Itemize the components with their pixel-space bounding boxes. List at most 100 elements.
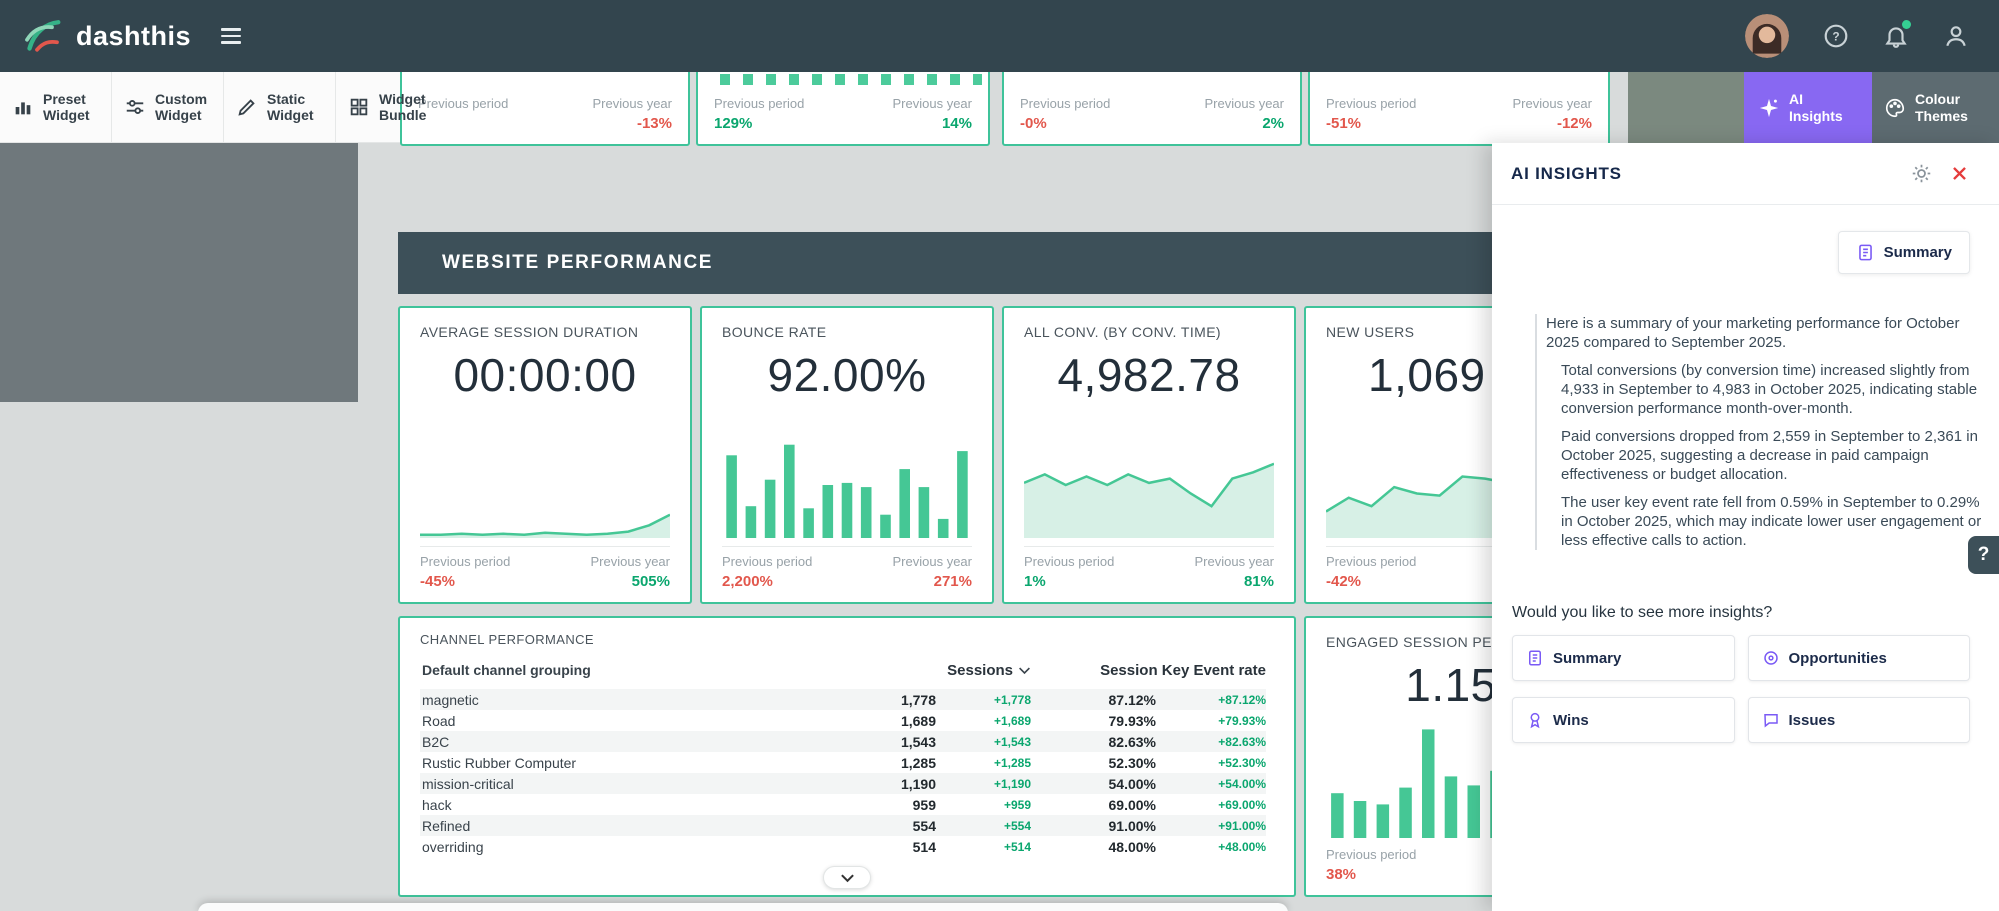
summary-paragraph: The user key event rate fell from 0.59% … [1546,493,1982,550]
previous-period-label: Previous period [420,554,510,569]
document-icon [1526,649,1544,667]
menu-icon[interactable] [221,28,241,44]
chat-bubble-icon [1762,711,1780,729]
previous-year-label: Previous year [893,96,972,111]
widget-title: BOUNCE RATE [722,324,972,340]
colour-themes-button[interactable]: Colour Themes [1872,72,1999,143]
opportunities-button[interactable]: Opportunities [1748,635,1971,681]
widget-toolbar: Preset Widget Custom Widget Static Widge… [0,72,400,143]
previous-year-value: 81% [1244,573,1274,590]
wins-button[interactable]: Wins [1512,697,1735,743]
sliders-icon [124,96,146,118]
channel-performance-widget[interactable]: CHANNEL PERFORMANCE Default channel grou… [398,616,1296,897]
bar-chart-icon [12,96,34,118]
previous-period-label: Previous period [1326,554,1416,569]
help-tab-button[interactable]: ? [1968,536,1999,574]
close-icon[interactable] [1950,164,1969,183]
ai-insights-panel: AI INSIGHTS Summary Here is a summary of… [1492,143,1999,911]
avatar[interactable] [1745,14,1789,58]
widget-value: 4,982.78 [1024,348,1274,402]
previous-year-value: -12% [1557,115,1592,132]
ai-insights-label: AI Insights [1789,91,1851,125]
topbar: dashthis ? [0,0,1999,72]
preset-widget-button[interactable]: Preset Widget [0,72,112,142]
svg-text:?: ? [1832,29,1839,43]
previous-year-value: -13% [637,115,672,132]
previous-year-label: Previous year [593,96,672,111]
palette-icon [1884,97,1906,119]
column-header-event-rate: Session Key Event rate [1100,662,1266,679]
widget-title: CHANNEL PERFORMANCE [420,632,1266,647]
previous-period-label: Previous period [1020,96,1110,111]
canvas-empty-region [0,143,358,402]
previous-period-value: 1% [1024,573,1114,590]
table-row: magnetic 1,778 +1,778 87.12% +87.12% [420,689,1266,710]
next-section-edge [198,903,1288,911]
brand-name: dashthis [76,21,191,52]
previous-period-value: 2,200% [722,573,812,590]
partially-visible-widget [1628,72,1744,143]
bar-chart [722,432,972,538]
static-widget-button[interactable]: Static Widget [224,72,336,142]
clipped-bar-chart [720,74,982,85]
table-row: Rustic Rubber Computer 1,285 +1,285 52.3… [420,752,1266,773]
summary-paragraph: Total conversions (by conversion time) i… [1546,361,1982,418]
table-row: Refined 554 +554 91.00% +91.00% [420,815,1266,836]
chevron-down-icon [1018,666,1031,675]
previous-period-value: 38% [1326,866,1416,883]
previous-year-label: Previous year [591,554,670,569]
previous-period-value: -0% [1020,115,1110,132]
summary-chip[interactable]: Summary [1838,231,1970,274]
ai-panel-title: AI INSIGHTS [1511,164,1622,184]
issues-button[interactable]: Issues [1748,697,1971,743]
line-chart [420,432,670,538]
grid-icon [348,96,370,118]
custom-widget-button[interactable]: Custom Widget [112,72,224,142]
previous-period-value: 129% [714,115,804,132]
previous-period-label: Previous period [1024,554,1114,569]
previous-year-value: 271% [934,573,972,590]
previous-year-value: 14% [942,115,972,132]
notifications-bell-icon[interactable] [1883,23,1909,49]
previous-period-value: -42% [1326,573,1416,590]
preset-widget-label: Preset Widget [43,91,99,123]
medal-icon [1526,711,1544,729]
static-widget-label: Static Widget [267,91,323,123]
expand-table-button[interactable] [823,866,871,889]
table-row: overriding 514 +514 48.00% +48.00% [420,836,1266,857]
kpi-widget-all-conversions[interactable]: ALL CONV. (BY CONV. TIME) 4,982.78 Previ… [1002,306,1296,604]
summary-paragraph: Here is a summary of your marketing perf… [1546,314,1982,352]
table-body: magnetic 1,778 +1,778 87.12% +87.12% Roa… [420,689,1266,857]
sparkle-icon [1758,97,1780,119]
previous-year-value: 2% [1262,115,1284,132]
kpi-widget-average-session-duration[interactable]: AVERAGE SESSION DURATION 00:00:00 Previo… [398,306,692,604]
previous-year-label: Previous year [893,554,972,569]
colour-themes-label: Colour Themes [1915,91,1977,125]
document-icon [1856,243,1875,262]
brand[interactable]: dashthis [22,16,241,56]
previous-period-label: Previous period [722,554,812,569]
help-icon[interactable]: ? [1823,23,1849,49]
kpi-widget-bounce-rate[interactable]: BOUNCE RATE 92.00% Previous period 2,200… [700,306,994,604]
previous-period-value: -45% [420,573,510,590]
previous-year-label: Previous year [1205,96,1284,111]
avatar-photo [1745,14,1789,58]
summary-button[interactable]: Summary [1512,635,1735,681]
sessions-sort-dropdown[interactable]: Sessions [947,662,1031,679]
section-header: WEBSITE PERFORMANCE [398,232,1492,294]
ai-insights-button[interactable]: AI Insights [1744,72,1872,143]
notification-dot [1902,20,1911,29]
previous-period-label: Previous period [1326,847,1416,862]
widget-title: ALL CONV. (BY CONV. TIME) [1024,324,1274,340]
settings-gear-icon[interactable] [1911,163,1932,184]
column-header-channel: Default channel grouping [420,662,786,678]
table-row: Road 1,689 +1,689 79.93% +79.93% [420,710,1266,731]
account-icon[interactable] [1943,23,1969,49]
previous-year-value: 505% [632,573,670,590]
ai-summary-text: Here is a summary of your marketing perf… [1535,314,1982,550]
widget-bundle-button[interactable]: Widget Bundle [336,72,447,142]
table-row: B2C 1,543 +1,543 82.63% +82.63% [420,731,1266,752]
widget-value: 92.00% [722,348,972,402]
chevron-down-icon [840,873,855,883]
previous-period-value: -51% [1326,115,1416,132]
